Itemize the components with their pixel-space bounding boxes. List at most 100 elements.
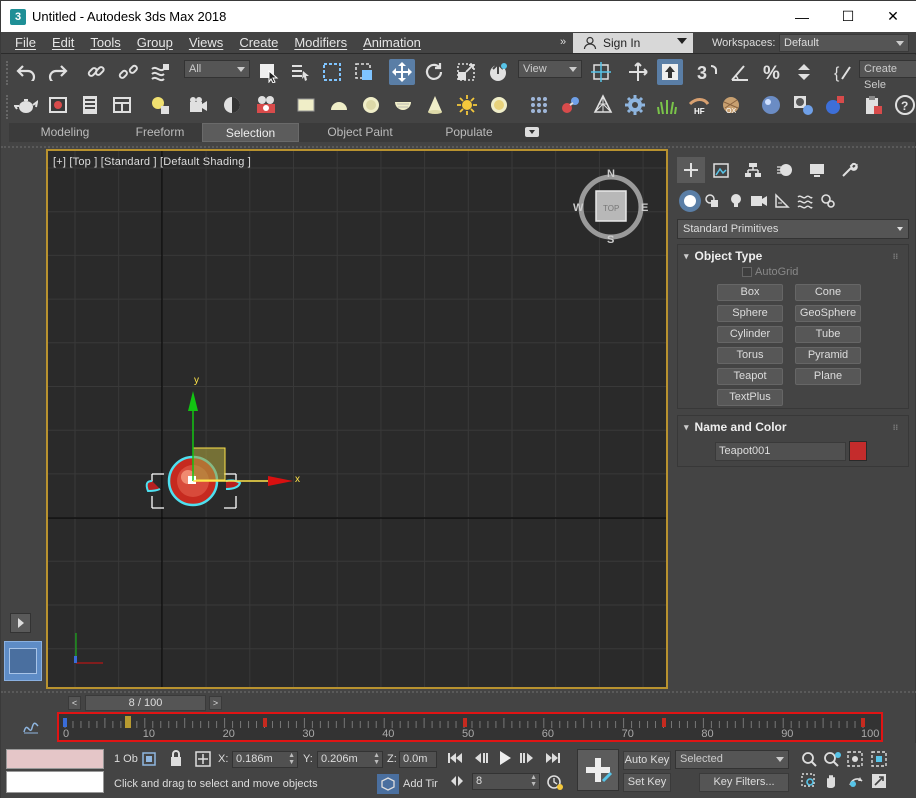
material-editor-icon[interactable]: [147, 92, 173, 118]
unlink-icon[interactable]: [115, 59, 141, 85]
ribbon-options-icon[interactable]: [525, 127, 539, 137]
select-and-scale-icon[interactable]: [453, 59, 479, 85]
plane-button[interactable]: Plane: [795, 368, 861, 385]
tab-motion[interactable]: [771, 157, 799, 183]
time-slider-next[interactable]: >: [209, 696, 222, 710]
timeline-track[interactable]: 0 10 20 30 40 50 60 70 80 90 100: [57, 712, 883, 742]
sphere-button[interactable]: Sphere: [717, 305, 783, 322]
hair-fur-brush-icon[interactable]: HF: [686, 92, 712, 118]
snaps-toggle-icon[interactable]: 3: [695, 59, 721, 85]
set-key-mode-button[interactable]: Set Key: [623, 773, 671, 792]
go-to-start-icon[interactable]: [447, 751, 463, 768]
pan-hand-icon[interactable]: [823, 773, 839, 792]
minimize-button[interactable]: —: [779, 1, 825, 32]
render-setup-icon[interactable]: [185, 92, 211, 118]
go-to-end-icon[interactable]: [545, 751, 561, 768]
select-object-icon[interactable]: [255, 59, 281, 85]
selection-filter-dropdown[interactable]: All: [184, 60, 250, 78]
lock-icon[interactable]: [169, 750, 183, 770]
bind-space-warp-icon[interactable]: [147, 59, 173, 85]
zoom-region-icon[interactable]: [801, 773, 817, 792]
key-marker[interactable]: [263, 718, 267, 727]
teapot-icon[interactable]: [13, 92, 39, 118]
tube-button[interactable]: Tube: [795, 326, 861, 343]
object-color-swatch[interactable]: [849, 441, 867, 461]
time-configuration-icon[interactable]: [546, 773, 564, 794]
sign-in-button[interactable]: Sign In: [573, 33, 693, 53]
absolute-mode-icon[interactable]: [195, 751, 211, 770]
menu-views[interactable]: Views: [181, 35, 231, 50]
shapes-category-button[interactable]: [701, 190, 723, 212]
menu-file[interactable]: File: [7, 35, 44, 50]
sphere-create-icon[interactable]: [358, 92, 384, 118]
maxscript-input-field[interactable]: [6, 771, 104, 793]
hemisphere-icon[interactable]: [326, 92, 352, 118]
tab-populate[interactable]: Populate: [429, 123, 509, 142]
material-sphere-icon[interactable]: [758, 92, 784, 118]
menu-modifiers[interactable]: Modifiers: [286, 35, 355, 50]
particle-array-icon[interactable]: [526, 92, 552, 118]
tab-modify[interactable]: [707, 157, 735, 183]
auto-key-button[interactable]: Auto Key: [623, 751, 671, 770]
helpers-category-button[interactable]: [771, 190, 793, 212]
workspaces-dropdown[interactable]: Default: [779, 34, 909, 52]
key-marker[interactable]: [861, 718, 865, 727]
create-selection-set-field[interactable]: Create Sele: [859, 60, 916, 91]
menu-edit[interactable]: Edit: [44, 35, 82, 50]
current-frame-field[interactable]: 8 ▲ ▼: [472, 773, 540, 790]
maximize-viewport-icon[interactable]: [871, 773, 887, 792]
cone-button[interactable]: Cone: [795, 284, 861, 301]
object-name-field[interactable]: Teapot001: [715, 442, 846, 461]
undo-icon[interactable]: [13, 59, 39, 85]
time-slider-prev[interactable]: <: [68, 696, 81, 710]
textplus-button[interactable]: TextPlus: [717, 389, 783, 406]
systems-category-button[interactable]: [817, 190, 839, 212]
box-button[interactable]: Box: [717, 284, 783, 301]
select-and-rotate-icon[interactable]: [421, 59, 447, 85]
scene-explorer-icon[interactable]: [45, 92, 71, 118]
torus-button[interactable]: Torus: [717, 347, 783, 364]
redo-icon[interactable]: [45, 59, 71, 85]
menu-overflow-button[interactable]: »: [560, 36, 566, 48]
object-type-header[interactable]: ▾ Object Type ⁝⁝: [678, 245, 908, 267]
layer-explorer-icon[interactable]: [77, 92, 103, 118]
angle-snap-icon[interactable]: [727, 59, 753, 85]
bowl-icon[interactable]: [390, 92, 416, 118]
render-production-icon[interactable]: [253, 92, 279, 118]
tab-selection[interactable]: Selection: [202, 123, 299, 142]
cameras-category-button[interactable]: [748, 190, 770, 212]
spinner-arrows-icon[interactable]: ▲ ▼: [373, 752, 380, 766]
close-button[interactable]: ✕: [870, 1, 916, 32]
lights-category-button[interactable]: [725, 190, 747, 212]
autogrid-checkbox[interactable]: AutoGrid: [742, 266, 798, 278]
gear-icon[interactable]: [622, 92, 648, 118]
geodesic-icon[interactable]: [590, 92, 616, 118]
tab-hierarchy[interactable]: [739, 157, 767, 183]
zoom-icon[interactable]: [801, 751, 817, 770]
maxscript-listener-field[interactable]: [6, 749, 104, 769]
add-time-tag-label[interactable]: Add Tir: [403, 778, 438, 790]
zoom-all-icon[interactable]: [823, 751, 841, 770]
play-icon[interactable]: [498, 750, 512, 769]
menu-tools[interactable]: Tools: [82, 35, 128, 50]
add-time-tag-button[interactable]: [377, 774, 399, 794]
select-and-move-icon[interactable]: [389, 59, 415, 85]
key-filters-button[interactable]: Key Filters...: [699, 773, 789, 792]
zoom-extents-icon[interactable]: [847, 751, 863, 770]
spinner-snap-icon[interactable]: [791, 59, 817, 85]
viewport-label[interactable]: [+] [Top ] [Standard ] [Default Shading …: [53, 156, 251, 168]
help-icon[interactable]: ?: [892, 92, 916, 118]
geometry-category-button[interactable]: [679, 190, 701, 212]
hair-fur-icon[interactable]: [654, 92, 680, 118]
key-mode-toggle-icon[interactable]: [450, 774, 464, 791]
menu-animation[interactable]: Animation: [355, 35, 429, 50]
previous-frame-icon[interactable]: [473, 751, 489, 768]
menu-create[interactable]: Create: [231, 35, 286, 50]
key-mode-dropdown[interactable]: Selected: [675, 750, 789, 769]
next-frame-icon[interactable]: [519, 751, 535, 768]
clipboard-icon[interactable]: [860, 92, 886, 118]
z-coordinate-field[interactable]: 0.0m: [399, 751, 437, 768]
rectangular-selection-icon[interactable]: [319, 59, 345, 85]
primitive-category-dropdown[interactable]: Standard Primitives: [677, 219, 909, 239]
current-frame-marker[interactable]: [125, 716, 131, 728]
